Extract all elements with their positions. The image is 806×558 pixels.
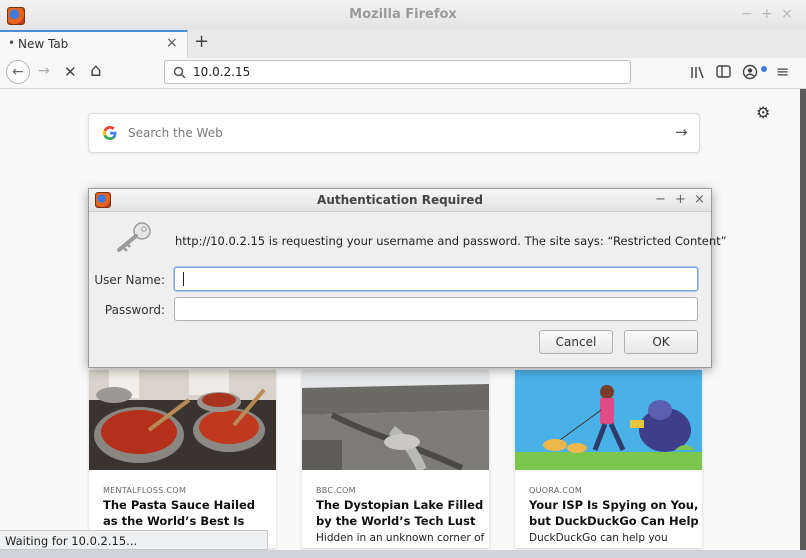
card-description: Hidden in an unknown corner of [316,532,485,544]
dialog-titlebar: Authentication Required − + × [89,189,711,212]
auth-message: http://10.0.2.15 is requesting your user… [175,234,727,248]
card-source: BBC.COM [316,486,356,495]
window-titlebar: Mozilla Firefox − + × [0,0,806,31]
ok-button[interactable]: OK [624,330,698,354]
tab-indicator-dot: • [8,36,16,50]
search-submit-icon[interactable]: → [675,123,688,141]
dialog-close-button[interactable]: × [694,192,705,207]
status-panel: Waiting for 10.0.2.15... [0,530,268,550]
dystopian-lake-image [302,370,489,470]
navigation-toolbar: ← → ✕ ⌂ 10.0.2.15 ≡ [0,58,806,89]
gear-icon[interactable]: ⚙ [756,103,770,122]
duckduckgo-illustration-image [515,370,702,470]
authentication-dialog: Authentication Required − + × http://10.… [88,188,727,368]
card-description: DuckDuckGo can help you [529,532,668,544]
account-badge [761,66,767,72]
back-button[interactable]: ← [6,60,30,84]
card-title: The Pasta Sauce Hailed as the World’s Be… [103,498,255,528]
search-placeholder: Search the Web [128,126,223,140]
minimize-button[interactable]: − [741,6,753,22]
window-title: Mozilla Firefox [349,7,457,22]
username-field[interactable] [174,267,698,291]
google-logo-icon [103,126,117,140]
cancel-button[interactable]: Cancel [539,330,613,354]
key-icon [117,222,151,252]
password-label: Password: [104,303,165,317]
dialog-title: Authentication Required [317,193,483,207]
url-bar[interactable]: 10.0.2.15 [164,60,631,84]
library-icon[interactable] [690,65,706,79]
taskbar-strip [0,550,806,558]
story-card[interactable]: QUORA.COM Your ISP Is Spying on You, but… [515,370,702,548]
menu-button[interactable]: ≡ [776,62,789,81]
card-source: QUORA.COM [529,486,583,495]
pasta-sauce-image [89,370,276,470]
close-window-button[interactable]: × [781,6,793,22]
text-cursor [183,272,184,286]
story-card[interactable]: MENTALFLOSS.COM The Pasta Sauce Hailed a… [89,370,276,548]
card-title: The Dystopian Lake Filled by the World’s… [316,498,484,528]
new-tab-button[interactable]: + [194,31,209,52]
tab-label: New Tab [18,37,69,51]
sidebar-icon[interactable] [716,65,732,79]
tab-new-tab[interactable]: • New Tab × [0,30,188,58]
card-source: MENTALFLOSS.COM [103,486,187,495]
forward-button[interactable]: → [38,63,50,79]
web-search-box[interactable]: Search the Web → [88,113,700,153]
username-label: User Name: [94,273,165,287]
search-icon [173,66,186,79]
home-button[interactable]: ⌂ [90,60,101,81]
dialog-minimize-button[interactable]: − [655,192,666,207]
password-field[interactable] [174,297,698,321]
account-icon[interactable] [742,64,758,80]
status-text: Waiting for 10.0.2.15... [5,534,138,548]
maximize-button[interactable]: + [761,6,773,22]
tab-strip: • New Tab × + [0,30,806,58]
card-title: Your ISP Is Spying on You, but DuckDuckG… [529,498,699,528]
window-edge [800,89,806,558]
dialog-maximize-button[interactable]: + [675,192,686,207]
url-text: 10.0.2.15 [193,65,251,79]
story-card[interactable]: BBC.COM The Dystopian Lake Filled by the… [302,370,489,548]
tab-close-icon[interactable]: × [166,35,178,51]
stop-button[interactable]: ✕ [64,63,77,81]
